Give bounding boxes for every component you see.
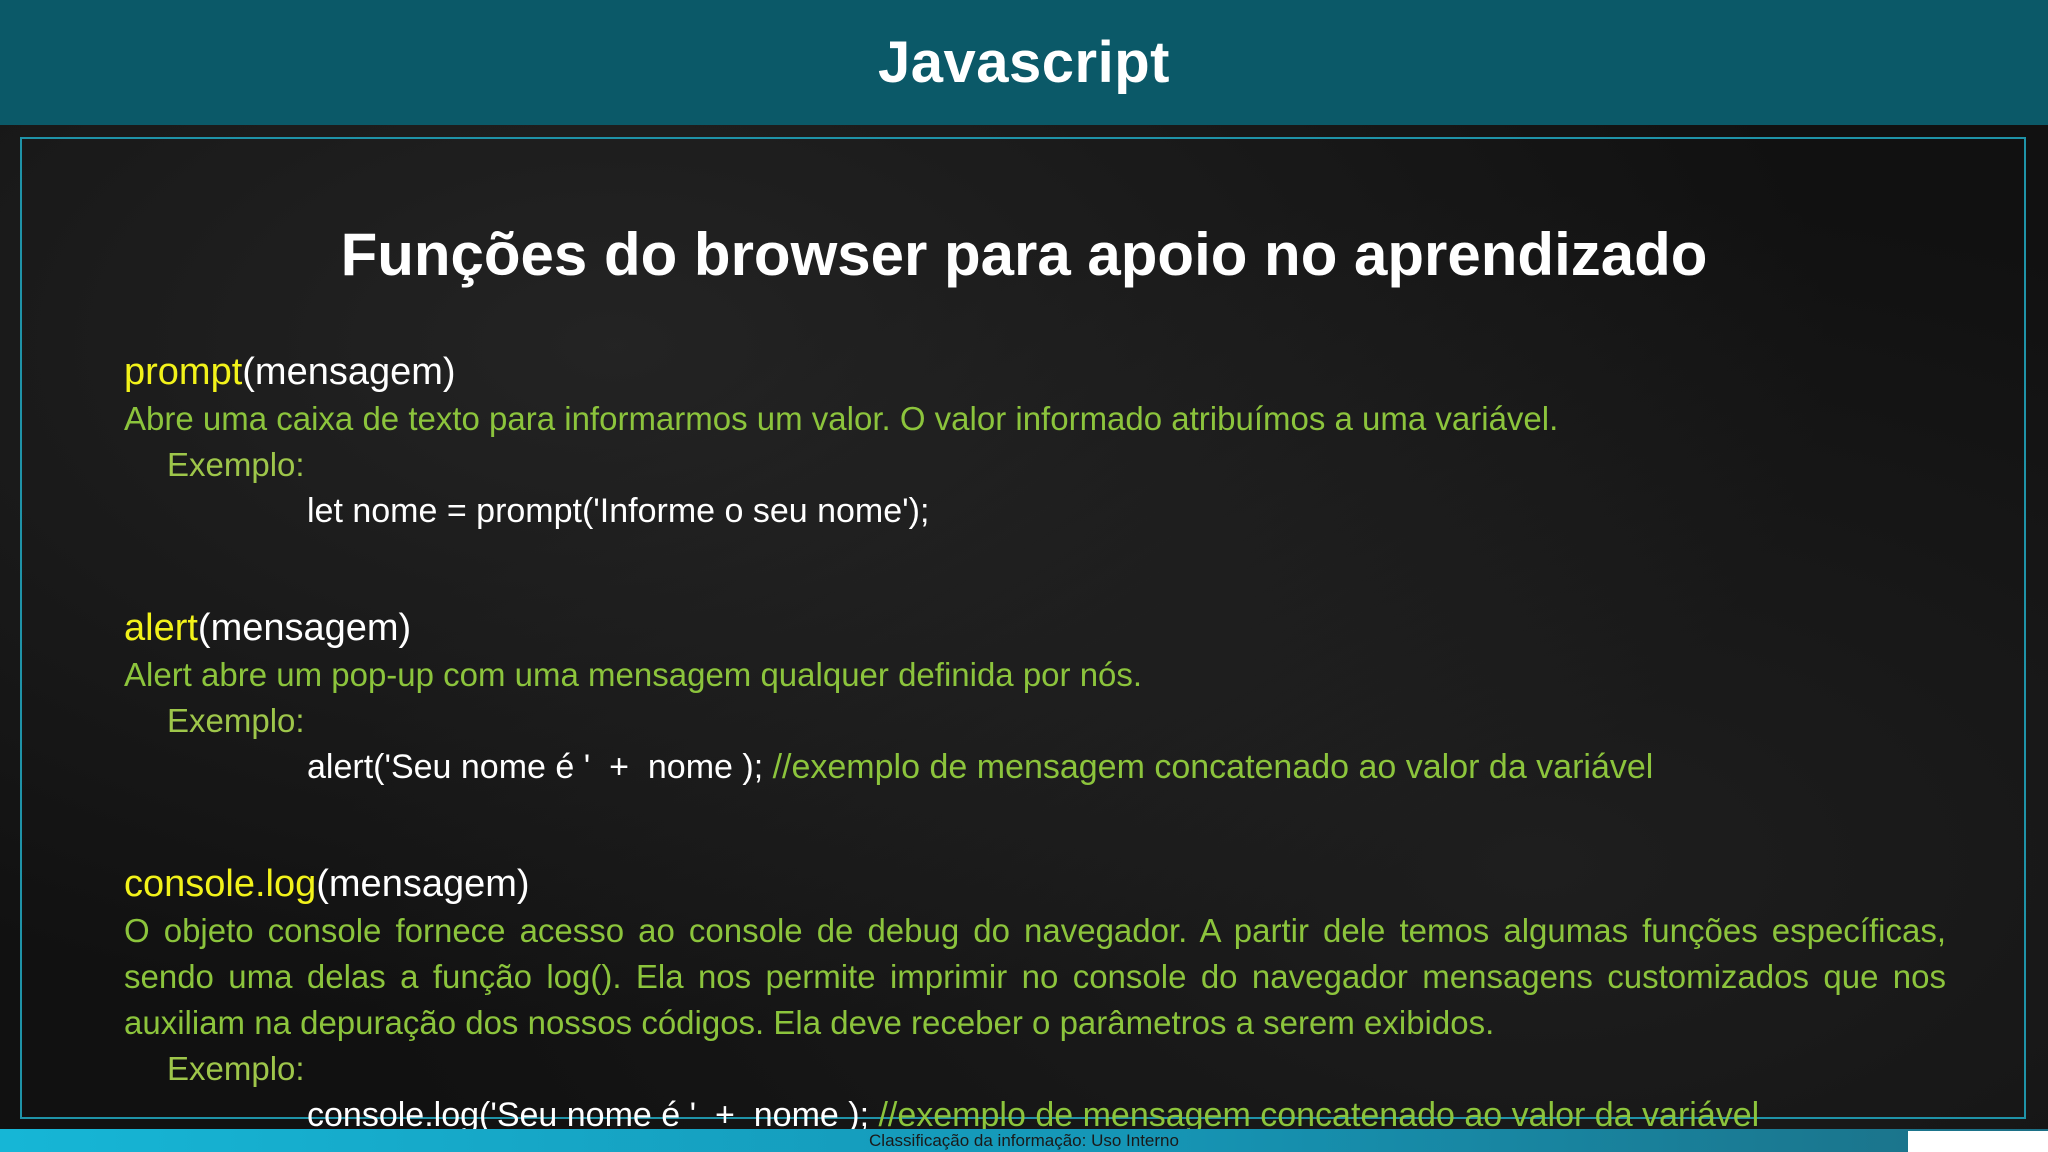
function-name: prompt [124, 351, 243, 393]
example-label: Exemplo: [167, 702, 305, 739]
example-label: Exemplo: [167, 1050, 305, 1087]
function-params: (mensagem) [197, 607, 412, 649]
header-title: Javascript [878, 30, 1170, 95]
header-bar: Javascript [0, 0, 2048, 125]
function-description: Alert abre um pop-up com uma mensagem qu… [124, 656, 1143, 693]
content-area: prompt(mensagem) Abre uma caixa de texto… [124, 348, 1946, 1138]
slide-title: Funções do browser para apoio no aprendi… [340, 221, 1708, 288]
slide: Javascript Funções do browser para apoio… [0, 0, 2048, 1152]
function-params: (mensagem) [242, 351, 456, 393]
code-comment: //exemplo de mensagem concatenado ao val… [772, 748, 1654, 786]
function-block-alert: alert(mensagem) Alert abre um pop-up com… [124, 604, 1946, 790]
code-text: alert('Seu nome é ' + nome ); [307, 748, 773, 786]
function-heading: console.log(mensagem) [124, 860, 1946, 908]
function-description: O objeto console fornece acesso ao conso… [124, 912, 1946, 1041]
function-heading: alert(mensagem) [124, 604, 1946, 652]
function-name: console.log [124, 863, 317, 905]
function-block-prompt: prompt(mensagem) Abre uma caixa de texto… [124, 348, 1946, 534]
classification-label: Classificação da informação: Uso Interno [869, 1131, 1179, 1150]
example-code: alert('Seu nome é ' + nome ); //exemplo … [307, 744, 1946, 790]
function-description: Abre uma caixa de texto para informarmos… [124, 400, 1559, 437]
function-name: alert [124, 607, 198, 649]
example-label: Exemplo: [167, 446, 305, 483]
example-code: let nome = prompt('Informe o seu nome'); [307, 488, 1946, 534]
function-block-console-log: console.log(mensagem) O objeto console f… [124, 860, 1946, 1138]
code-text: let nome = prompt('Informe o seu nome'); [307, 492, 930, 530]
function-heading: prompt(mensagem) [124, 348, 1946, 396]
function-params: (mensagem) [316, 863, 530, 905]
